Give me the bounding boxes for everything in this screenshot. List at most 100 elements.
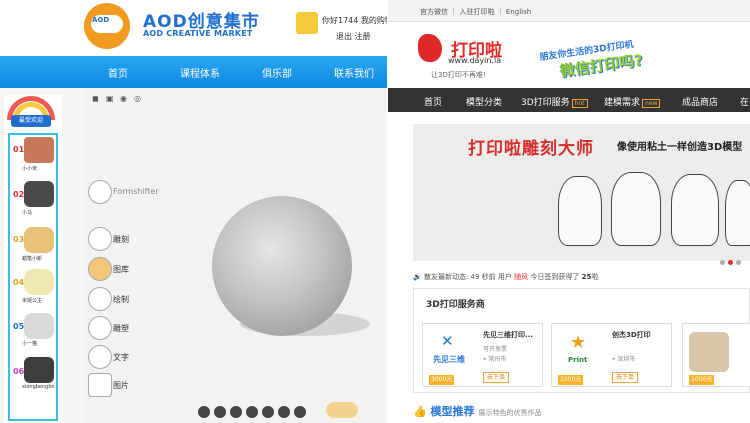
ranking-thumbnail[interactable]	[24, 227, 54, 253]
rank-number: 06	[13, 367, 25, 376]
aod-logo-icon[interactable]	[84, 3, 130, 49]
rank-name[interactable]: 米妮公主	[22, 297, 42, 304]
view-tool-icon[interactable]: ◎	[134, 94, 141, 103]
top-links[interactable]: 官方微信 ｜ 入驻打印啦 ｜ English	[420, 7, 531, 17]
tool-label[interactable]: 绘制	[113, 294, 129, 305]
aod-logo-text: AOD	[92, 16, 110, 24]
ranking-thumbnail[interactable]	[24, 269, 54, 295]
new-badge: new	[642, 99, 661, 108]
dayin-logo-url: www.dayin.la	[448, 56, 502, 65]
hot-badge: hot	[571, 99, 588, 108]
rank-number: 01	[13, 145, 25, 154]
view-tool-icon[interactable]: ◉	[120, 94, 127, 103]
nav-home[interactable]: 首页	[108, 65, 128, 80]
banner-subtitle: 像使用粘土一样创造3D模型	[617, 142, 743, 153]
sculpture-icon[interactable]	[88, 316, 112, 340]
aod-window: AOD AOD创意集市 AOD CREATIVE MARKET 你好1744 我…	[0, 0, 387, 423]
shape-icon[interactable]	[294, 406, 306, 418]
shape-icon[interactable]	[214, 406, 226, 418]
nav-modeling-request[interactable]: 建模需求 new	[604, 95, 661, 108]
rank-name[interactable]: 小小米	[22, 165, 37, 172]
service-logo-text: Print	[568, 356, 588, 364]
service-location: ⌖ 深圳市	[612, 356, 636, 363]
carousel-dot-active[interactable]	[728, 260, 733, 265]
shape-toolbar	[198, 406, 318, 420]
tool-label[interactable]: 图片	[113, 380, 129, 391]
tool-label[interactable]: 雕塑	[113, 323, 129, 334]
nav-club[interactable]: 俱乐部	[262, 65, 292, 80]
nav-contact[interactable]: 联系我们	[334, 65, 374, 80]
popular-label: 最受欢迎	[11, 115, 51, 127]
service-card[interactable]: 1000元	[682, 323, 750, 387]
paint-icon[interactable]	[88, 287, 112, 311]
rank-name[interactable]: 蜡笔小新	[22, 255, 42, 262]
3d-sphere-model[interactable]	[212, 196, 352, 336]
tool-label[interactable]: 雕刻	[113, 234, 129, 245]
view-tool-icon[interactable]: ▣	[106, 94, 114, 103]
service-logo: ★ Print	[568, 332, 588, 364]
nav-product-store[interactable]: 成品商店	[682, 95, 718, 108]
image-icon[interactable]	[88, 373, 112, 397]
nav-model-category[interactable]: 模型分类	[466, 95, 502, 108]
carousel-dot[interactable]	[736, 260, 741, 265]
wechat-print-banner[interactable]: 朋友你生活的3D打印机 微信打印吗?	[538, 32, 657, 80]
rank-name[interactable]: 小马	[22, 209, 32, 216]
nav-3d-print-service[interactable]: 3D打印服务 hot	[521, 95, 588, 108]
text-icon[interactable]	[88, 345, 112, 369]
rank-name[interactable]: xiongbengbn	[22, 384, 55, 390]
dayin-nav: 首页 模型分类 3D打印服务 hot 建模需求 new 成品商店 在	[388, 88, 750, 112]
user-avatar[interactable]	[296, 12, 318, 34]
model-rec-subtitle: 展示特色的优秀作品	[478, 409, 542, 417]
dayin-logo-icon[interactable]	[418, 34, 442, 62]
ranking-thumbnail[interactable]	[24, 357, 54, 383]
tool-label[interactable]: Formshifter	[113, 187, 159, 196]
user-links[interactable]: 退出 注册	[336, 31, 371, 42]
news-text: 今日签到获得了	[530, 273, 580, 281]
news-user-link[interactable]: 随风	[514, 273, 528, 281]
services-title: 3D打印服务商	[426, 300, 485, 310]
export-button[interactable]	[326, 402, 358, 418]
view-tool-icon[interactable]: ◼	[92, 94, 99, 103]
news-amount: 25	[581, 273, 592, 281]
news-unit: 啦	[591, 273, 599, 281]
ranking-thumbnail[interactable]	[24, 313, 54, 339]
ranking-thumbnail[interactable]	[24, 181, 54, 207]
shape-icon[interactable]	[230, 406, 242, 418]
order-button[interactable]: 去下单	[483, 372, 510, 383]
sculpt-icon[interactable]	[88, 227, 112, 251]
shape-icon[interactable]	[278, 406, 290, 418]
service-location: ⌖ 常州市	[483, 356, 507, 363]
gallery-icon[interactable]	[88, 257, 112, 281]
service-logo: ✕ 先见三维	[433, 332, 465, 364]
aod-site-subtitle: AOD CREATIVE MARKET	[143, 29, 253, 38]
news-prefix: 🔊 散友最新动态:	[413, 273, 469, 281]
rank-number: 04	[13, 278, 25, 287]
shape-icon[interactable]	[246, 406, 258, 418]
shape-icon[interactable]	[262, 406, 274, 418]
service-card[interactable]: ✕ 先见三维 先见三维打印... 可开发票 ⌖ 常州市 3000元 去下单	[422, 323, 543, 387]
shape-icon[interactable]	[198, 406, 210, 418]
rank-name[interactable]: 小一猫	[22, 340, 37, 347]
carousel-dot[interactable]	[720, 260, 725, 265]
user-greeting[interactable]: 你好1744 我的购物	[322, 15, 387, 26]
service-card[interactable]: ★ Print 创杰3D打印 ⌖ 深圳市 1000元 去下单	[551, 323, 672, 387]
ranking-thumbnail[interactable]	[24, 137, 54, 163]
service-name[interactable]: 创杰3D打印	[612, 330, 651, 340]
nav-home[interactable]: 首页	[424, 95, 442, 108]
deposit-badge: 1000元	[558, 375, 584, 385]
tool-label[interactable]: 文字	[113, 352, 129, 363]
deposit-badge: 1000元	[689, 375, 715, 385]
nav-courses[interactable]: 课程体系	[180, 65, 220, 80]
formshifter-icon[interactable]	[88, 180, 112, 204]
model-rec-title: 模型推荐	[430, 405, 475, 418]
order-button[interactable]: 去下单	[612, 372, 639, 383]
service-logo-text: 先见三维	[433, 355, 465, 364]
service-name[interactable]: 先见三维打印...	[483, 330, 533, 340]
tool-label[interactable]: 图库	[113, 264, 129, 275]
news-ticker: 🔊 散友最新动态: 49 秒前 用户 随风 今日签到获得了 25啦	[413, 272, 598, 282]
model-recommend-heading[interactable]: 👍 模型推荐 展示特色的优秀作品	[413, 403, 542, 419]
top-bar: 官方微信 ｜ 入驻打印啦 ｜ English	[388, 0, 750, 22]
promo-banner[interactable]: 打印啦雕刻大师 像使用粘土一样创造3D模型	[413, 124, 750, 261]
nav-more[interactable]: 在	[740, 95, 749, 108]
thumbs-up-icon: 👍	[413, 405, 427, 418]
